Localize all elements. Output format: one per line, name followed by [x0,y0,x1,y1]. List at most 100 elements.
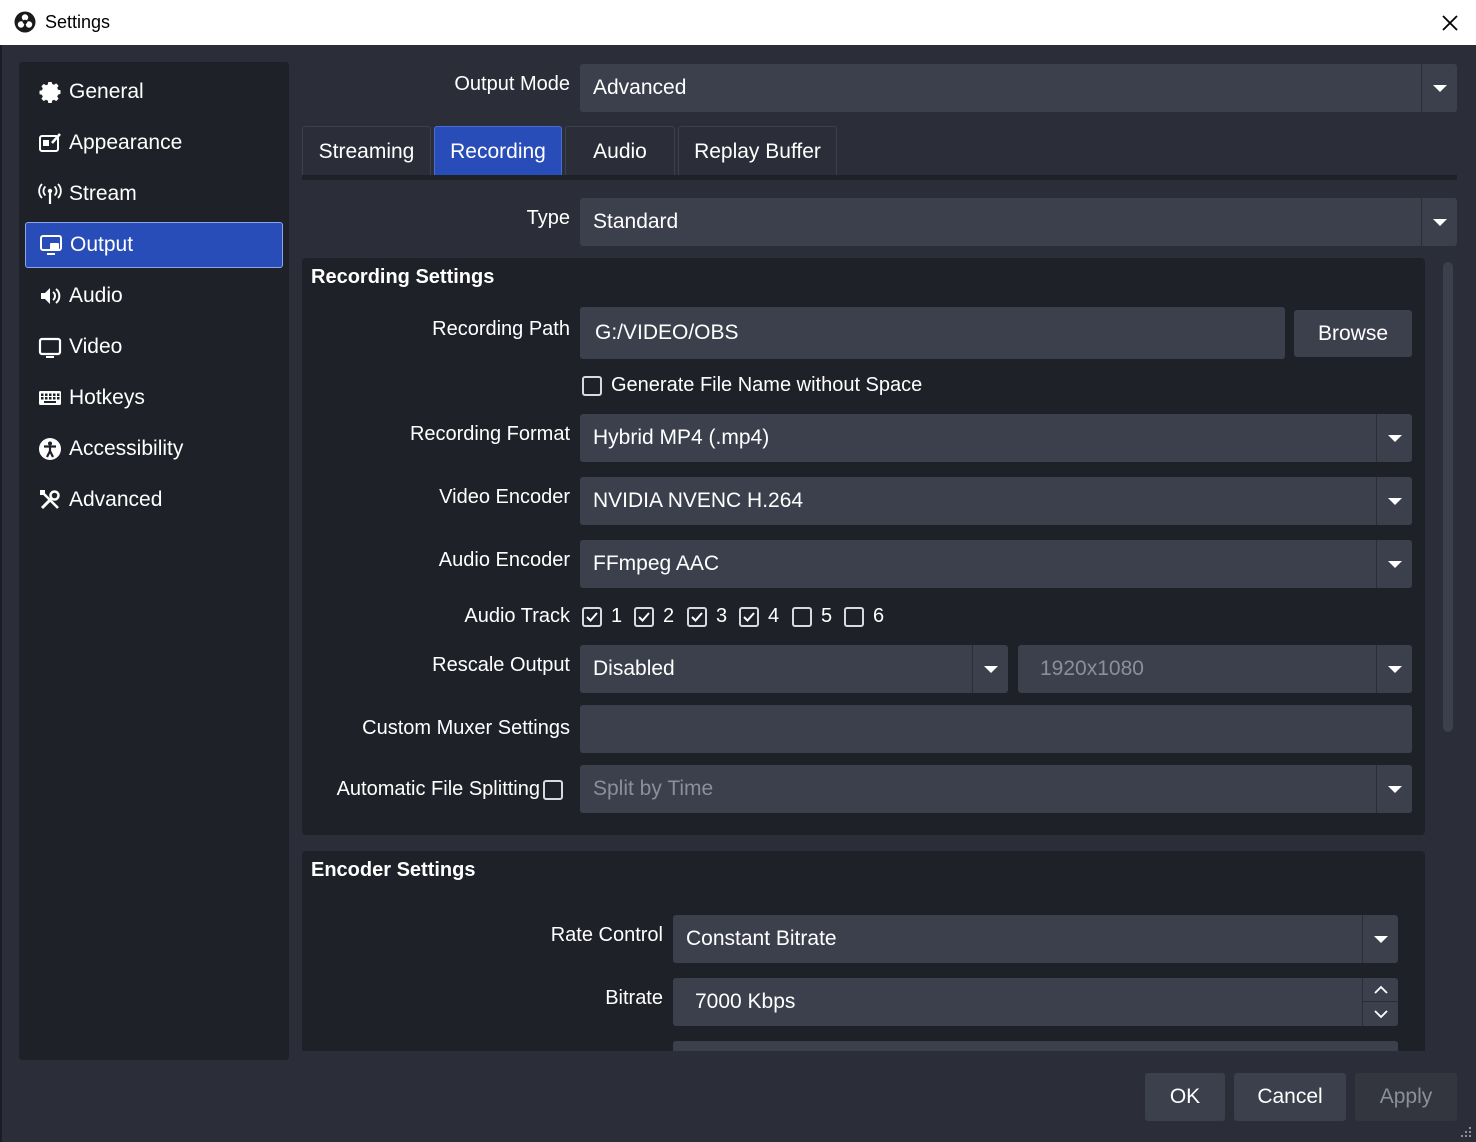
recording-settings-title: Recording Settings [311,266,495,288]
type-label: Type [526,207,570,229]
audio-track-4-checkbox[interactable] [739,607,759,627]
file-splitting-label: Automatic File Splitting [336,778,540,800]
chevron-down-icon [1376,645,1412,693]
audio-track-5-checkbox[interactable] [792,607,812,627]
sidebar-item-label: Video [69,335,123,358]
type-value: Standard [593,210,679,233]
chevron-down-icon [1376,540,1412,588]
rescale-output-value: Disabled [593,657,675,680]
rescale-resolution-select[interactable]: 1920x1080 [1018,645,1412,693]
custom-muxer-input[interactable] [580,705,1412,753]
output-mode-select[interactable]: Advanced [580,64,1457,112]
output-mode-label: Output Mode [454,73,570,95]
sidebar-item-hotkeys[interactable]: Hotkeys [25,375,283,421]
recording-path-value: G:/VIDEO/OBS [595,321,739,344]
audio-encoder-select[interactable]: FFmpeg AAC [580,540,1412,588]
audio-track-label: Audio Track [464,605,570,627]
sidebar-item-stream[interactable]: Stream [25,171,283,217]
audio-track-5-label: 5 [821,605,833,627]
recording-format-label: Recording Format [409,423,570,445]
title-bar: Settings [0,0,1476,45]
audio-encoder-value: FFmpeg AAC [593,552,720,575]
tab-recording[interactable]: Recording [434,126,562,176]
recording-path-input[interactable]: G:/VIDEO/OBS [580,307,1285,359]
file-splitting-checkbox[interactable] [543,780,563,800]
audio-track-2-checkbox[interactable] [634,607,654,627]
bitrate-value: 7000 Kbps [695,990,796,1013]
appearance-icon [37,130,63,156]
chevron-down-icon [1362,915,1398,963]
tab-label: Audio [593,139,647,163]
chevron-up-icon [1374,985,1388,994]
cancel-button[interactable]: Cancel [1234,1073,1346,1121]
sidebar-item-label: Appearance [69,131,183,154]
sidebar-item-appearance[interactable]: Appearance [25,120,283,166]
tab-audio[interactable]: Audio [565,126,675,176]
checkmark-icon [638,612,650,622]
ok-label: OK [1169,1085,1201,1108]
antenna-icon [37,181,63,207]
no-space-label: Generate File Name without Space [611,374,923,396]
rescale-output-label: Rescale Output [432,654,570,676]
split-mode-select[interactable]: Split by Time [580,765,1412,813]
bitrate-spinbox[interactable]: 7000 Kbps [673,978,1399,1026]
video-encoder-value: NVIDIA NVENC H.264 [593,489,804,512]
recording-format-value: Hybrid MP4 (.mp4) [593,426,770,449]
audio-track-2-label: 2 [663,605,675,627]
sidebar-item-advanced[interactable]: Advanced [25,477,283,523]
type-select[interactable]: Standard [580,198,1457,246]
sidebar-item-accessibility[interactable]: Accessibility [25,426,283,472]
sidebar-item-output[interactable]: Output [25,222,283,268]
close-icon [1442,15,1458,31]
accessibility-icon [37,436,63,462]
resize-grip-icon[interactable] [1460,1126,1472,1138]
audio-track-4-label: 4 [768,605,780,627]
checkmark-icon [691,612,703,622]
audio-track-6-label: 6 [873,605,885,627]
rate-control-value: Constant Bitrate [686,927,837,950]
spin-up-button[interactable] [1363,978,1399,1002]
sidebar-item-audio[interactable]: Audio [25,273,283,319]
rescale-resolution-value: 1920x1080 [1040,657,1144,680]
video-encoder-label: Video Encoder [439,486,570,508]
audio-track-3-checkbox[interactable] [687,607,707,627]
recording-format-select[interactable]: Hybrid MP4 (.mp4) [580,414,1412,462]
audio-track-1-checkbox[interactable] [582,607,602,627]
sidebar-item-label: Audio [69,284,123,307]
obs-logo-icon [14,11,36,33]
output-mode-value: Advanced [593,76,687,99]
audio-track-6-checkbox[interactable] [844,607,864,627]
ok-button[interactable]: OK [1145,1073,1225,1121]
tab-replay-buffer[interactable]: Replay Buffer [678,126,837,176]
recording-path-label: Recording Path [432,318,570,340]
gear-icon [37,79,63,105]
checkmark-icon [586,612,598,622]
video-encoder-select[interactable]: NVIDIA NVENC H.264 [580,477,1412,525]
apply-button[interactable]: Apply [1355,1073,1457,1121]
chevron-down-icon [1376,414,1412,462]
sidebar-item-label: General [69,80,144,103]
sidebar-item-general[interactable]: General [25,69,283,115]
bitrate-label: Bitrate [605,987,663,1009]
close-button[interactable] [1430,6,1470,40]
browse-button[interactable]: Browse [1294,310,1412,357]
browse-label: Browse [1317,321,1389,345]
settings-scrollbar[interactable] [1440,260,1456,1050]
tab-streaming[interactable]: Streaming [302,126,431,176]
rate-control-select[interactable]: Constant Bitrate [673,915,1398,963]
keyboard-icon [37,385,63,411]
sidebar-item-video[interactable]: Video [25,324,283,370]
monitor-icon [37,334,63,360]
encoder-settings-title: Encoder Settings [311,859,476,881]
checkmark-icon [743,612,755,622]
sidebar-item-label: Accessibility [69,437,184,460]
tab-label: Replay Buffer [694,139,821,163]
audio-track-3-label: 3 [716,605,728,627]
next-field-partial[interactable] [673,1041,1398,1051]
no-space-checkbox[interactable] [582,376,602,396]
scrollbar-thumb[interactable] [1443,262,1453,732]
spin-down-button[interactable] [1363,1002,1399,1026]
custom-muxer-label: Custom Muxer Settings [362,717,570,739]
tools-icon [37,487,63,513]
rescale-output-select[interactable]: Disabled [580,645,1008,693]
